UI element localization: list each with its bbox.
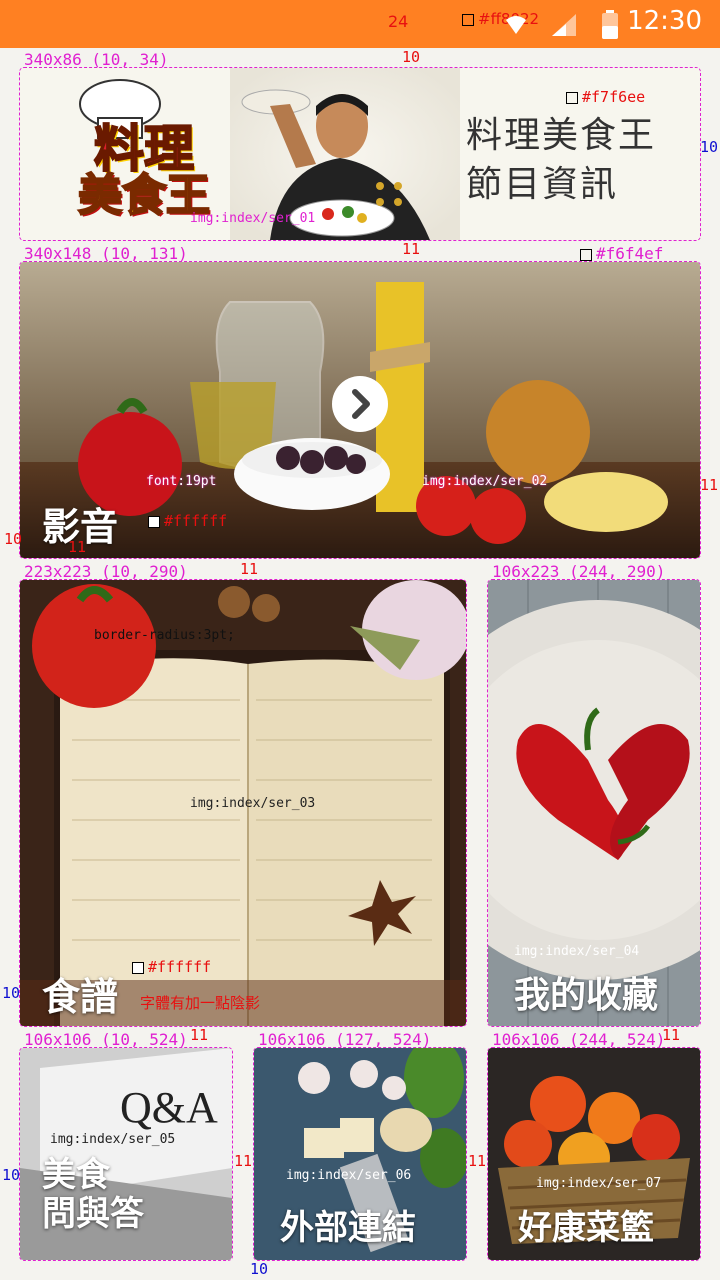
banner-bottom-gap: 11 bbox=[402, 240, 421, 258]
qa-tile[interactable]: Q&A img:index/ser_05 美食 問與答 bbox=[19, 1047, 233, 1261]
qa-right-gap: 11 bbox=[234, 1152, 253, 1170]
video-img-label: img:index/ser_02 bbox=[422, 474, 548, 489]
banner-title: 料理美食王 節目資訊 bbox=[466, 112, 656, 209]
status-gap-label: 10 bbox=[402, 48, 421, 66]
video-play-button[interactable] bbox=[332, 376, 388, 432]
recipe-text-color-label: #ffffff bbox=[132, 958, 211, 976]
banner-img-label: img:index/ser_01 bbox=[190, 211, 316, 226]
logo-line1: 料理 bbox=[93, 120, 195, 178]
qa-label-line2: 問與答 bbox=[42, 1194, 144, 1235]
video-bottom-gap: 11 bbox=[240, 560, 259, 578]
video-right-label: 11 bbox=[700, 476, 719, 494]
recipe-left-label: 10 bbox=[2, 984, 21, 1002]
basket-img-label: img:index/ser_07 bbox=[536, 1176, 662, 1191]
qa-label-line1: 美食 bbox=[42, 1155, 110, 1195]
qa-tile-label: 美食 問與答 bbox=[42, 1155, 144, 1235]
favorites-tile-label: 我的收藏 bbox=[514, 975, 659, 1016]
banner-title-line1: 料理美食王 bbox=[466, 115, 657, 156]
links-img-label: img:index/ser_06 bbox=[286, 1168, 412, 1183]
qa-letters: Q&A bbox=[120, 1083, 218, 1132]
recipe-img-label: img:index/ser_03 bbox=[190, 796, 316, 811]
favorites-size-label: 106x223 (244, 290) bbox=[492, 562, 666, 581]
banner-bg-color-label: #f7f6ee bbox=[566, 88, 645, 106]
status-height-label: 24 bbox=[388, 12, 409, 31]
links-bottom-label: 10 bbox=[250, 1260, 269, 1278]
video-left-label: 10 bbox=[4, 530, 23, 548]
chevron-right-icon bbox=[352, 389, 370, 419]
qa-left-label: 10 bbox=[2, 1166, 21, 1184]
links-size-label: 106x106 (127, 524) bbox=[258, 1030, 432, 1049]
wifi-icon bbox=[506, 16, 526, 34]
video-text-color-label: #ffffff bbox=[148, 512, 227, 530]
status-color-label: #ff8022 bbox=[462, 10, 539, 28]
favorites-tile-photo bbox=[488, 580, 700, 1026]
video-size-label: 340x148 (10, 131) bbox=[24, 244, 188, 263]
basket-tile-label: 好康菜籃 bbox=[518, 1208, 654, 1248]
banner-title-line2: 節目資訊 bbox=[466, 163, 619, 205]
qa-size-label: 106x106 (10, 524) bbox=[24, 1030, 188, 1049]
status-time: 12:30 bbox=[627, 6, 702, 36]
cell-signal-icon bbox=[552, 14, 576, 36]
video-font-note: font:19pt bbox=[146, 474, 217, 489]
basket-size-label: 106x106 (244, 524) bbox=[492, 1030, 666, 1049]
links-tile[interactable]: img:index/ser_06 外部連結 bbox=[253, 1047, 467, 1261]
banner-right-label: 10 bbox=[700, 138, 719, 156]
video-tile[interactable]: font:19pt img:index/ser_02 影音 #ffffff bbox=[19, 261, 701, 559]
links-right-gap: 11 bbox=[468, 1152, 487, 1170]
basket-tile[interactable]: img:index/ser_07 好康菜籃 bbox=[487, 1047, 701, 1261]
recipe-bottom-gap: 11 bbox=[190, 1026, 209, 1044]
video-bg-color-label: #f6f4ef bbox=[580, 244, 663, 263]
qa-img-label: img:index/ser_05 bbox=[50, 1132, 176, 1147]
show-logo: 料理 美食王 bbox=[64, 120, 224, 219]
favorites-img-label: img:index/ser_04 bbox=[514, 944, 640, 959]
recipe-tile[interactable]: border-radius:3pt; img:index/ser_03 食譜 #… bbox=[19, 579, 467, 1027]
recipe-size-label: 223x223 (10, 290) bbox=[24, 562, 188, 581]
links-tile-label: 外部連結 bbox=[280, 1208, 416, 1248]
recipe-tile-label: 食譜 bbox=[42, 975, 119, 1019]
battery-icon bbox=[602, 10, 618, 39]
banner-size-label: 340x86 (10, 34) bbox=[24, 50, 169, 69]
status-bar: 24 #ff8022 12:30 bbox=[0, 0, 720, 48]
recipe-shadow-note: 字體有加一點陰影 bbox=[140, 994, 261, 1012]
video-inner-label: 11 bbox=[68, 538, 87, 556]
recipe-radius-note: border-radius:3pt; bbox=[94, 628, 235, 643]
favorites-tile[interactable]: img:index/ser_04 我的收藏 bbox=[487, 579, 701, 1027]
